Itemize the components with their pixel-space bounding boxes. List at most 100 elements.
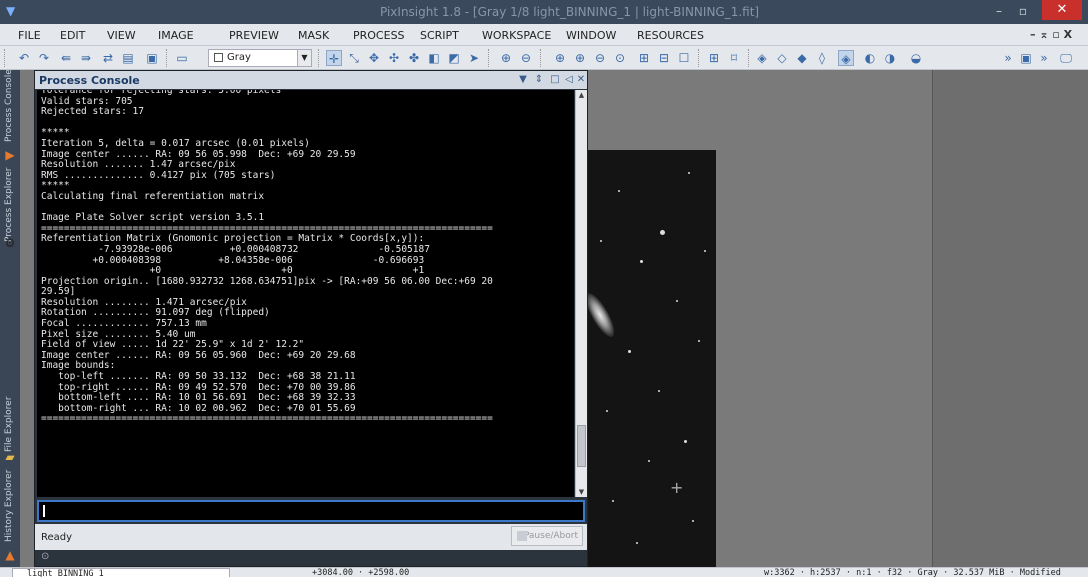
pan-icon[interactable]: ✥	[366, 50, 382, 66]
folder-icon: ▰	[5, 450, 15, 464]
console-title: Process Console	[39, 74, 140, 87]
fit-view-icon[interactable]: ⊞	[636, 50, 652, 66]
toolbar-separator	[166, 49, 168, 67]
view-selector[interactable]: light_BINNING_1	[12, 568, 230, 577]
stf-active-icon[interactable]: ◈	[838, 50, 854, 66]
window-title: PixInsight 1.8 - [Gray 1/8 light_BINNING…	[380, 5, 760, 19]
settings-gear-icon[interactable]: ⊙	[41, 551, 49, 562]
stf-icon[interactable]: ◈	[754, 50, 770, 66]
redo-all-icon[interactable]: ⇛	[78, 50, 94, 66]
menu-file[interactable]: FILE	[18, 29, 41, 42]
menu-image[interactable]: IMAGE	[158, 29, 194, 42]
preview-icon[interactable]: ◩	[446, 50, 462, 66]
star	[658, 390, 660, 392]
channel-icon[interactable]: ◐	[862, 50, 878, 66]
main-toolbar: ↶ ↷ ⇚ ⇛ ⇄ ▤ ▣ ▭ Gray ▼ ✛ ⤡ ✥ ✣ ✤ ◧ ◩ ➤ ⊕…	[0, 46, 1088, 70]
menu-view[interactable]: VIEW	[107, 29, 136, 42]
tab-process-explorer[interactable]: Process Explorer	[0, 166, 20, 246]
colorspace-select[interactable]: Gray ▼	[208, 49, 312, 67]
tab-history-explorer[interactable]: History Explorer	[0, 470, 20, 546]
right-dock-area	[932, 70, 1088, 567]
zoom-in-2-icon[interactable]: ⊕	[572, 50, 588, 66]
window-icon[interactable]: ☐	[676, 50, 692, 66]
cascade-icon[interactable]: ⌑	[726, 50, 742, 66]
stf-reset-icon[interactable]: ◊	[814, 50, 830, 66]
restore-button[interactable]: ▫	[1012, 3, 1034, 19]
monitor-icon[interactable]: 🖵	[1058, 50, 1074, 66]
redo-icon[interactable]: ↷	[36, 50, 52, 66]
left-dock: Process Console ▶ Process Explorer ⚙ Fil…	[0, 69, 20, 567]
scroll-up-icon[interactable]: ▲	[576, 90, 587, 100]
menu-mask[interactable]: MASK	[298, 29, 329, 42]
zoom-fit-window-icon[interactable]: ⊙	[612, 50, 628, 66]
pointer-icon[interactable]: ➤	[466, 50, 482, 66]
navigate-icon[interactable]: ✤	[406, 50, 422, 66]
star	[692, 520, 694, 522]
console-output[interactable]: Tolerance for rejecting stars: 5.00 pixe…	[37, 90, 574, 497]
console-tab-icon: ▶	[5, 148, 15, 162]
stf-linked-icon[interactable]: ◇	[774, 50, 790, 66]
toolbar-grip	[4, 49, 6, 67]
image-icon[interactable]: ▣	[144, 50, 160, 66]
menu-script[interactable]: SCRIPT	[420, 29, 459, 42]
status-bar: light_BINNING_1 +3084.00 · +2598.00 w:33…	[0, 567, 1088, 577]
console-scrollbar[interactable]: ▲ ▼	[575, 90, 587, 497]
undo-icon[interactable]: ↶	[16, 50, 32, 66]
stack-icon[interactable]: ▤	[120, 50, 136, 66]
menu-process[interactable]: PROCESS	[353, 29, 405, 42]
readout-mode-icon[interactable]: ✛	[326, 50, 342, 66]
overflow-chevron-icon[interactable]: »	[1000, 50, 1016, 66]
menu-preview[interactable]: PREVIEW	[229, 29, 279, 42]
pin-icon[interactable]: ⇕	[533, 73, 545, 87]
star	[684, 440, 687, 443]
close-icon[interactable]: ✕	[575, 73, 587, 87]
scrollbar-thumb[interactable]	[577, 425, 586, 467]
undock-icon[interactable]: ◁	[563, 73, 575, 87]
maximize-icon[interactable]: □	[549, 73, 561, 87]
toolbar-separator	[318, 49, 320, 67]
process-explorer-gear-icon: ⚙	[4, 236, 16, 250]
new-image-icon[interactable]: ▭	[174, 50, 190, 66]
pause-abort-button[interactable]: Pause/Abort	[511, 526, 583, 546]
channel-3-icon[interactable]: ◒	[908, 50, 924, 66]
menu-window[interactable]: WINDOW	[566, 29, 616, 42]
stf-auto-icon[interactable]: ◆	[794, 50, 810, 66]
menu-bar: FILE EDIT VIEW IMAGE PREVIEW MASK PROCES…	[0, 24, 1088, 46]
star	[698, 340, 700, 342]
mask-icon[interactable]: ◧	[426, 50, 442, 66]
overflow-chevron-2-icon[interactable]: »	[1036, 50, 1052, 66]
minimize-button[interactable]: –	[988, 3, 1010, 19]
image-info: w:3362 · h:2537 · n:1 · f32 · Gray · 32.…	[764, 568, 1061, 577]
zoom-in-icon[interactable]: ⊕	[498, 50, 514, 66]
app-logo-icon: ▼	[6, 4, 16, 18]
process-console-window: Process Console ▼ ⇕ □ ◁ ✕ Tolerance for …	[34, 70, 588, 567]
close-window-button[interactable]: ✕	[1042, 0, 1082, 20]
swap-icon[interactable]: ⇄	[100, 50, 116, 66]
mdi-controls[interactable]: – ⌅ ▫ X	[1030, 28, 1072, 41]
console-log-text: Tolerance for rejecting stars: 5.00 pixe…	[41, 90, 493, 425]
tab-file-explorer[interactable]: File Explorer	[0, 397, 20, 456]
menu-resources[interactable]: RESOURCES	[637, 29, 704, 42]
zoom-fit-icon[interactable]: ⤡	[346, 50, 362, 66]
toolbar-separator	[488, 49, 490, 67]
zoom-1-1-icon[interactable]: ⊕	[552, 50, 568, 66]
channel-2-icon[interactable]: ◑	[882, 50, 898, 66]
menu-edit[interactable]: EDIT	[60, 29, 85, 42]
fit-width-icon[interactable]: ⊟	[656, 50, 672, 66]
console-footer: Ready Pause/Abort	[35, 524, 587, 550]
console-command-input[interactable]	[37, 500, 585, 522]
star	[676, 300, 678, 302]
tab-process-console[interactable]: Process Console	[0, 69, 20, 146]
image-window-light-binning-1[interactable]: +	[588, 150, 716, 567]
workspace: + Process Console ▼ ⇕ □ ◁ ✕ Tolerance fo…	[20, 70, 1088, 567]
tile-icon[interactable]: ⊞	[706, 50, 722, 66]
console-header: Process Console ▼ ⇕ □ ◁ ✕	[35, 71, 587, 89]
zoom-out-icon[interactable]: ⊖	[518, 50, 534, 66]
menu-workspace[interactable]: WORKSPACE	[482, 29, 551, 42]
undo-all-icon[interactable]: ⇚	[58, 50, 74, 66]
move-icon[interactable]: ✣	[386, 50, 402, 66]
zoom-out-2-icon[interactable]: ⊖	[592, 50, 608, 66]
scroll-down-icon[interactable]: ▼	[576, 487, 587, 497]
view-icon[interactable]: ▣	[1018, 50, 1034, 66]
dock-menu-icon[interactable]: ▼	[517, 73, 529, 87]
